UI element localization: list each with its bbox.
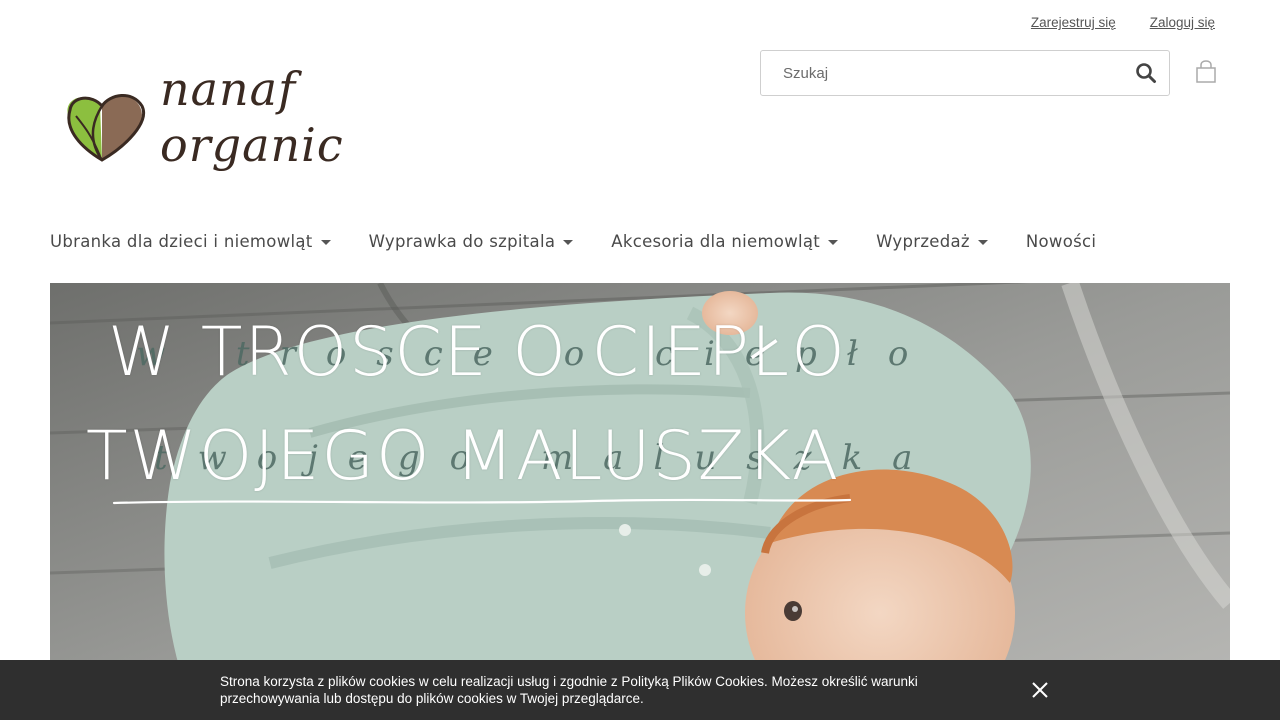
shopping-bag-icon[interactable] — [1195, 60, 1217, 84]
nav-item-label: Akcesoria dla niemowląt — [611, 232, 821, 251]
nav-item-label: Nowości — [1025, 232, 1097, 251]
search-box — [760, 50, 1170, 96]
hero-headline-line1: W TROSCE O CIEPŁO — [108, 313, 847, 392]
hero-banner[interactable]: w trosce o ciepło twojego maluszka W TRO… — [50, 283, 1230, 720]
hero-headline-line2: TWOJEGO MALUSZKA — [86, 417, 841, 496]
nav-item-label: Wyprzedaż — [876, 232, 970, 251]
chevron-down-icon — [828, 240, 839, 245]
login-link[interactable]: Zaloguj się — [1150, 15, 1215, 30]
chevron-down-icon — [563, 240, 574, 245]
chevron-down-icon — [977, 240, 988, 245]
nav-item-accessories[interactable]: Akcesoria dla niemowląt — [611, 232, 839, 251]
nav-item-hospital-layette[interactable]: Wyprawka do szpitala — [369, 232, 574, 251]
nav-item-label: Wyprawka do szpitala — [368, 232, 556, 251]
hero-headline: w trosce o ciepło twojego maluszka W TRO… — [50, 283, 950, 513]
chevron-down-icon — [320, 240, 331, 245]
nav-item-label: Ubranka dla dzieci i niemowląt — [50, 232, 313, 251]
main-nav: Ubranka dla dzieci i niemowląt Wyprawka … — [50, 232, 1134, 251]
register-link[interactable]: Zarejestruj się — [1031, 15, 1116, 30]
search-input[interactable] — [761, 51, 1121, 95]
logo[interactable]: nanaf organic — [62, 60, 362, 190]
heart-leaf-logo-icon — [67, 94, 146, 162]
logo-text-line2: organic — [160, 118, 344, 172]
account-links: Zarejestruj się Zaloguj się — [1031, 15, 1215, 30]
nav-item-new[interactable]: Nowości — [1026, 232, 1096, 251]
logo-text-line1: nanaf — [160, 62, 297, 116]
search-icon[interactable] — [1135, 62, 1157, 84]
close-icon[interactable] — [1030, 680, 1050, 700]
brush-underline — [112, 498, 852, 505]
cookie-message: Strona korzysta z plików cookies w celu … — [220, 674, 918, 706]
nav-item-sale[interactable]: Wyprzedaż — [876, 232, 988, 251]
cookie-bar: Strona korzysta z plików cookies w celu … — [0, 660, 1280, 720]
nav-item-clothes[interactable]: Ubranka dla dzieci i niemowląt — [50, 232, 331, 251]
